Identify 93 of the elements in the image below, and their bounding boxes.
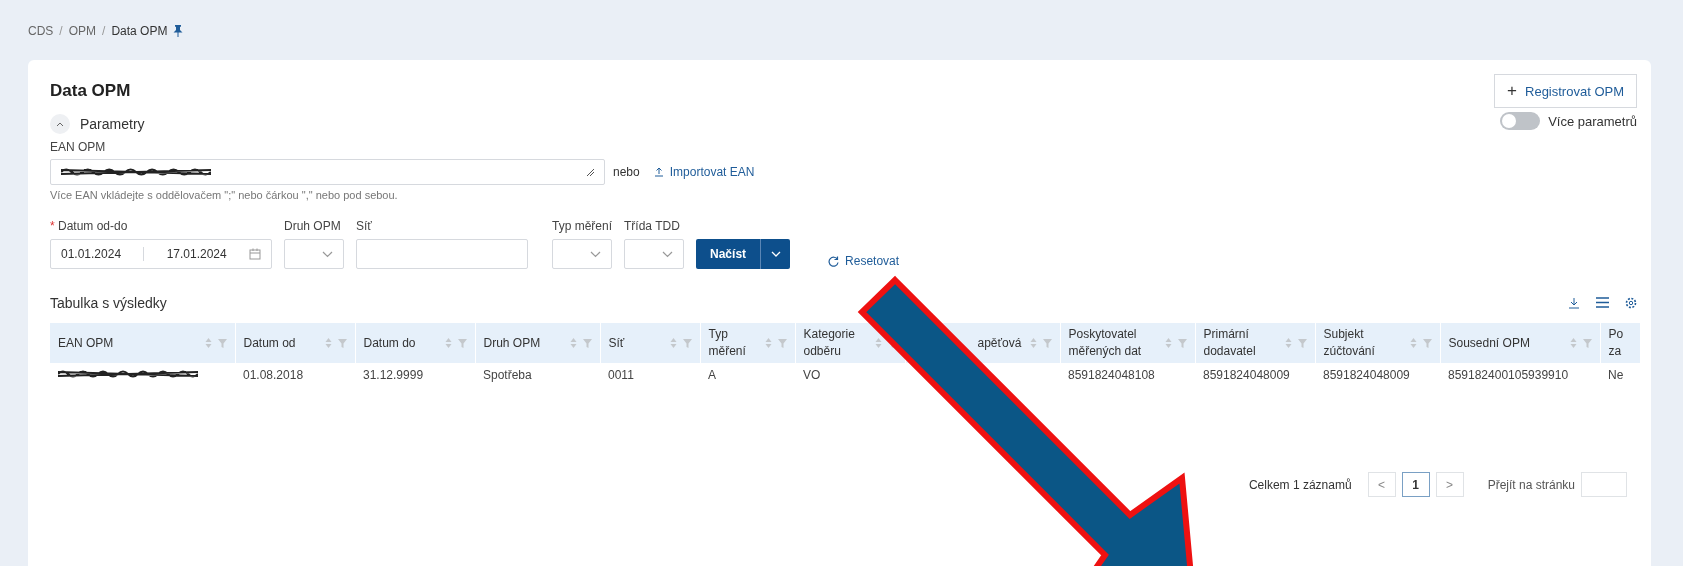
page-button[interactable]: 1 [1401,472,1430,497]
sort-icon[interactable] [874,337,882,349]
column-header[interactable]: Sousední OPM [1440,323,1600,363]
breadcrumb-separator: / [59,24,63,38]
filter-icon[interactable] [1422,338,1432,348]
menu-icon[interactable] [1596,297,1609,308]
sort-icon[interactable] [444,337,452,349]
sort-icon[interactable] [764,337,772,349]
column-header[interactable]: Druh OPM [475,323,600,363]
table-cell: 01.08.2018 [235,363,355,387]
toggle-switch[interactable] [1500,112,1541,130]
column-header[interactable]: Subjekt zúčtování [1315,323,1440,363]
goto-label: Přejít na stránku [1487,477,1575,492]
sort-icon[interactable] [324,337,332,349]
table-cell: 31.12.9999 [355,363,475,387]
sort-icon[interactable] [1164,337,1172,349]
table-cell: 8591824048009 [1315,363,1440,387]
sort-icon[interactable] [669,337,677,349]
page-title: Data OPM [50,81,131,101]
breadcrumb-item[interactable]: CDS [28,24,54,38]
filter-icon[interactable] [457,338,467,348]
filter-icon[interactable] [777,338,787,348]
or-text: nebo [613,165,640,179]
download-icon[interactable] [1568,297,1580,309]
column-header[interactable]: Typ měření [700,323,795,363]
column-header[interactable]: Síť [600,323,700,363]
table-cell: 8591824048108 [1060,363,1195,387]
field-label: * Datum od-do [50,219,129,233]
reset-button[interactable]: Resetovat [822,253,906,269]
table-cell: A [700,363,795,387]
settings-icon[interactable] [1625,297,1637,309]
field-label: Síť [356,219,373,233]
refresh-icon [828,255,840,267]
table-title: Tabulka s výsledky [50,295,167,311]
breadcrumb-separator: / [102,24,106,38]
column-header[interactable]: Poskytovatel měřených dat [1060,323,1195,363]
table-cell: VO [795,363,905,387]
page-number-field[interactable] [1581,472,1627,497]
caret-icon [322,250,333,258]
table-cell: Ne [1600,363,1640,387]
table-cell: 859182400105939910 [1440,363,1600,387]
resize-handle-icon [586,168,594,176]
column-header[interactable]: EAN OPM [50,323,235,363]
filter-icon[interactable] [682,338,692,348]
sort-icon[interactable] [569,337,577,349]
caret-icon [770,251,781,257]
pin-icon[interactable] [173,25,184,37]
table-cell: 0011 [600,363,700,387]
import-link[interactable]: Importovat EAN [653,165,755,179]
breadcrumb-item: Data OPM [111,24,168,38]
register-button[interactable]: + Registrovat OPM [1494,74,1637,108]
previous-page-button[interactable]: < [1367,472,1396,497]
dropdown-field[interactable] [624,239,685,269]
date-range-field[interactable]: 01.01.2024 17.01.2024 [50,239,272,269]
calendar-icon [248,248,261,260]
dropdown-button[interactable] [760,239,791,269]
ean-textarea[interactable] [50,159,605,185]
next-page-button[interactable]: > [1435,472,1464,497]
load-button[interactable]: Načíst [696,239,761,269]
field-label: EAN OPM [50,140,107,154]
hint-text: Více EAN vkládejte s oddělovačem ";" nebo čárkou "," nebo pod sebou. [50,189,399,201]
sort-icon[interactable] [1284,337,1292,349]
upload-icon [653,167,664,177]
total-records: Celkem 1 záznamů [1248,477,1352,492]
table-cell: 8591824048009 [1195,363,1315,387]
filter-icon[interactable] [582,338,592,348]
section-title[interactable]: Parametry [80,116,145,132]
field-label: Typ měření [552,219,613,233]
dropdown-field[interactable] [552,239,612,269]
filter-icon[interactable] [217,338,227,348]
sort-icon[interactable] [1409,337,1417,349]
caret-icon [662,250,674,258]
sort-icon[interactable] [1029,337,1037,349]
breadcrumb-item[interactable]: OPM [68,24,97,38]
text-field[interactable] [356,239,528,269]
column-header[interactable]: Datum do [355,323,475,363]
filter-icon[interactable] [1582,338,1592,348]
column-header[interactable]: Po za [1600,323,1640,363]
filter-icon[interactable] [1042,338,1052,348]
filter-icon[interactable] [1297,338,1307,348]
toggle-label: Více parametrů [1548,113,1637,129]
field-label: Třída TDD [624,219,681,233]
column-header[interactable]: Primární dodavatel [1195,323,1315,363]
filter-icon[interactable] [1177,338,1187,348]
table-cell: Spotřeba [475,363,600,387]
sort-icon[interactable] [204,337,212,349]
dropdown-field[interactable] [284,239,344,269]
filter-icon[interactable] [337,338,347,348]
column-header[interactable]: Datum od [235,323,355,363]
field-label: Druh OPM [284,219,342,233]
caret-icon [590,250,601,258]
sort-icon[interactable] [1569,337,1577,349]
chevron-icon[interactable] [50,114,70,134]
